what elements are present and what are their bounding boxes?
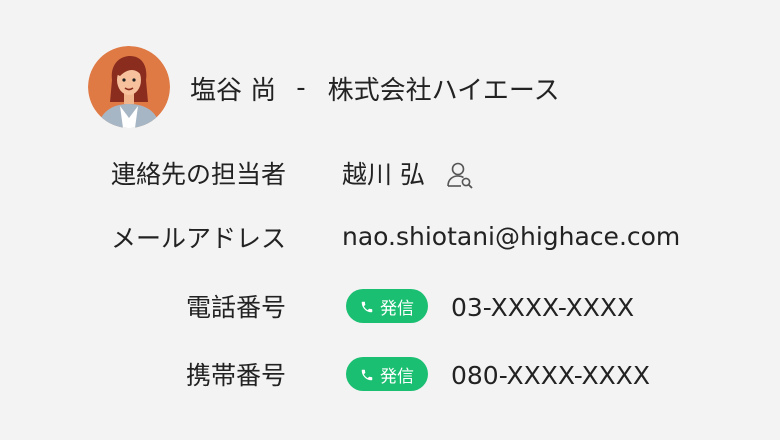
contact-header: 塩谷 尚 - 株式会社ハイエース [190,66,560,110]
phone-icon [360,299,374,313]
phone-call-label: 発信 [380,298,414,319]
mobile-label: 携帯番号 [185,361,286,390]
email-value[interactable]: nao.shiotani@highace.com [342,219,680,255]
company-name: 株式会社ハイエース [327,75,560,106]
person-search-icon[interactable] [445,160,475,190]
mobile-call-label: 発信 [380,366,414,387]
avatar-woman-image [88,46,170,128]
contact-person-label: 連絡先の担当者 [110,160,286,189]
phone-label: 電話番号 [185,293,286,322]
contact-name: 塩谷 尚 [190,75,277,106]
phone-call-button[interactable]: 発信 [346,289,428,323]
contact-person-value: 越川 弘 [342,160,425,189]
phone-icon [360,367,374,381]
phone-number: 03-XXXX-XXXX [451,293,635,322]
avatar [88,46,170,128]
contact-person-field: 越川 弘 [342,157,475,193]
mobile-number: 080-XXXX-XXXX [451,361,651,390]
email-label: メールアドレス [110,224,286,253]
mobile-call-button[interactable]: 発信 [346,357,428,391]
header-separator: - [296,73,306,103]
